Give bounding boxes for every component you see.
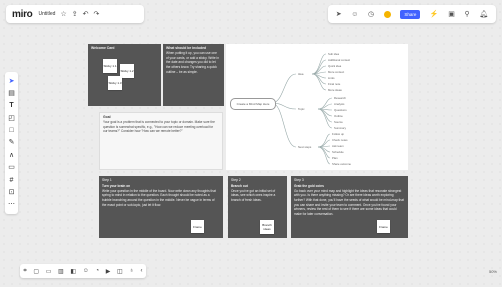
sticky-note[interactable]: Sticky 1.2: [120, 64, 134, 78]
sticky-note[interactable]: Frame: [377, 220, 390, 233]
frame-title: Welcome Card: [91, 46, 115, 50]
mindmap-leaf[interactable]: Ask team: [332, 144, 344, 148]
step-text: Once you've got an initial set of ideas,…: [231, 188, 276, 202]
redo-icon[interactable]: ↷: [93, 10, 99, 18]
sticky-note[interactable]: Branch ideas: [260, 220, 274, 234]
frame-body: Grab the gold coins Go back over your mi…: [294, 184, 404, 216]
upload-icon[interactable]: ⇪: [72, 10, 78, 18]
text-icon[interactable]: T: [9, 102, 13, 109]
share-button[interactable]: Share: [400, 9, 421, 19]
emoji-icon[interactable]: ☺: [83, 268, 89, 274]
mindmap-leaf[interactable]: Check notes: [332, 138, 348, 142]
board-header: miro Untitled ☆ ⇪ ↶ ↷: [6, 5, 144, 23]
frame-step-2[interactable]: Step 2 Branch out Once you've got an ini…: [228, 176, 287, 238]
board-title[interactable]: Untitled: [38, 11, 55, 17]
undo-icon[interactable]: ↶: [83, 10, 89, 18]
sticky-note[interactable]: Sticky 1.1: [103, 59, 117, 73]
cards-icon[interactable]: ▥: [58, 268, 64, 275]
mindmap-branch[interactable]: Topic: [298, 107, 305, 111]
frame-step-3[interactable]: Step 3 Grab the gold coins Go back over …: [291, 176, 408, 238]
timer-icon[interactable]: ◔: [95, 268, 99, 274]
note-icon[interactable]: ◫: [117, 268, 123, 275]
mindmap-leaf[interactable]: Plan: [332, 156, 338, 160]
zoom-level[interactable]: 50%: [489, 269, 497, 274]
activity-icon[interactable]: ⚡: [430, 11, 439, 18]
mindmap-leaf[interactable]: Sub idea: [328, 52, 339, 56]
shape-icon[interactable]: □: [9, 127, 13, 134]
frame-list-icon[interactable]: ▢: [33, 268, 39, 275]
cursor-icon[interactable]: ➤: [336, 11, 342, 18]
frame-welcome-card[interactable]: Welcome Card Sticky 1.1 Sticky 1.2 Stick…: [88, 44, 161, 106]
grid-icon[interactable]: ⌗: [23, 268, 26, 275]
mindmap-branch[interactable]: Idea: [298, 72, 303, 76]
mindmap-leaf[interactable]: Share outcome: [332, 162, 351, 166]
mindmap-leaf[interactable]: More ideas: [328, 88, 342, 92]
frame-body: When putting it up, you can use one of y…: [166, 51, 220, 74]
mindmap-leaf[interactable]: Final note: [328, 82, 340, 86]
frame-title: Step 2: [231, 178, 241, 182]
mindmap-branch[interactable]: Next steps: [298, 145, 311, 149]
mindmap-root-node[interactable]: Create a Mind Map Here: [230, 98, 276, 110]
frames-icon[interactable]: ▤: [8, 90, 15, 97]
mindmap-leaf[interactable]: More context: [328, 70, 344, 74]
avatar[interactable]: [383, 10, 391, 18]
board-actions: ➤ ☺ ◷ Share ⚡ ▣ ⚲ 🔔︎: [328, 5, 496, 23]
frame-title: Goal: [103, 115, 111, 119]
presentation-icon[interactable]: ▣: [448, 11, 455, 18]
mindmap-leaf[interactable]: Quick idea: [328, 64, 341, 68]
frame-tool-icon[interactable]: #: [10, 177, 14, 184]
frame-step-1[interactable]: Step 1 Turn your brain on Write your que…: [99, 176, 223, 238]
search-icon[interactable]: ⚲: [464, 11, 469, 18]
frame-body: Branch out Once you've got an initial se…: [231, 184, 283, 203]
comment-icon[interactable]: ▭: [8, 164, 15, 171]
step-text: Go back over your mind map and highlight…: [294, 188, 404, 216]
pen-icon[interactable]: ✎: [9, 139, 15, 146]
mindmap-leaf[interactable]: Summary: [334, 126, 346, 130]
mindmap-leaf[interactable]: Links: [328, 76, 335, 80]
sticky-note-icon[interactable]: ◰: [8, 115, 15, 122]
mindmap-leaf[interactable]: Follow up: [332, 132, 344, 136]
sticky-note[interactable]: Sticky 1.3: [108, 76, 122, 90]
select-icon[interactable]: ➤: [9, 78, 15, 85]
more-icon[interactable]: ⋯: [8, 201, 15, 208]
star-icon[interactable]: ☆: [60, 10, 66, 18]
miro-logo[interactable]: miro: [12, 9, 33, 20]
frame-title: Step 3: [294, 178, 304, 182]
creation-toolbar: ➤ ▤ T ◰ □ ✎ ∧ ▭ # ⊡ ⋯: [5, 72, 18, 214]
frame-title: What should be included: [166, 46, 207, 50]
bell-icon[interactable]: 🔔︎: [479, 11, 488, 18]
upload-tool-icon[interactable]: ⊡: [9, 189, 15, 196]
timer-icon[interactable]: ◷: [368, 11, 374, 18]
frame-title: Step 1: [102, 178, 112, 182]
mindmap-leaf[interactable]: Source: [334, 120, 343, 124]
step-text: Write your question in the middle of the…: [102, 188, 216, 207]
mindmap-leaf[interactable]: Analysis: [334, 102, 344, 106]
frame-body: Turn your brain on Write your question i…: [102, 184, 219, 207]
frame-what-to-include[interactable]: What should be included When putting it …: [163, 44, 224, 106]
video-icon[interactable]: ▶: [106, 268, 111, 275]
frame-goal[interactable]: Goal Your goal is a problem that is conn…: [99, 112, 223, 170]
collapse-icon[interactable]: ‹: [141, 268, 143, 274]
chat-icon[interactable]: ▭: [46, 268, 52, 275]
bulb-icon[interactable]: ♁: [129, 268, 134, 274]
mindmap-leaf[interactable]: Schedule: [332, 150, 344, 154]
sticky-note[interactable]: Frame: [191, 220, 204, 233]
mindmap-leaf[interactable]: Research: [334, 96, 346, 100]
bottom-toolbar: ⌗ ▢ ▭ ▥ ◧ ☺ ◔ ▶ ◫ ♁ ‹: [20, 264, 146, 278]
mindmap-leaf[interactable]: Questions: [334, 108, 347, 112]
emoji-reaction-icon[interactable]: ☺: [351, 11, 358, 18]
frame-body: Your goal is a problem that is connected…: [103, 120, 215, 134]
layers-icon[interactable]: ◧: [70, 268, 76, 275]
mindmap-leaf[interactable]: Outline: [334, 114, 343, 118]
line-icon[interactable]: ∧: [9, 152, 14, 159]
mindmap-leaf[interactable]: Additional context: [328, 58, 350, 62]
